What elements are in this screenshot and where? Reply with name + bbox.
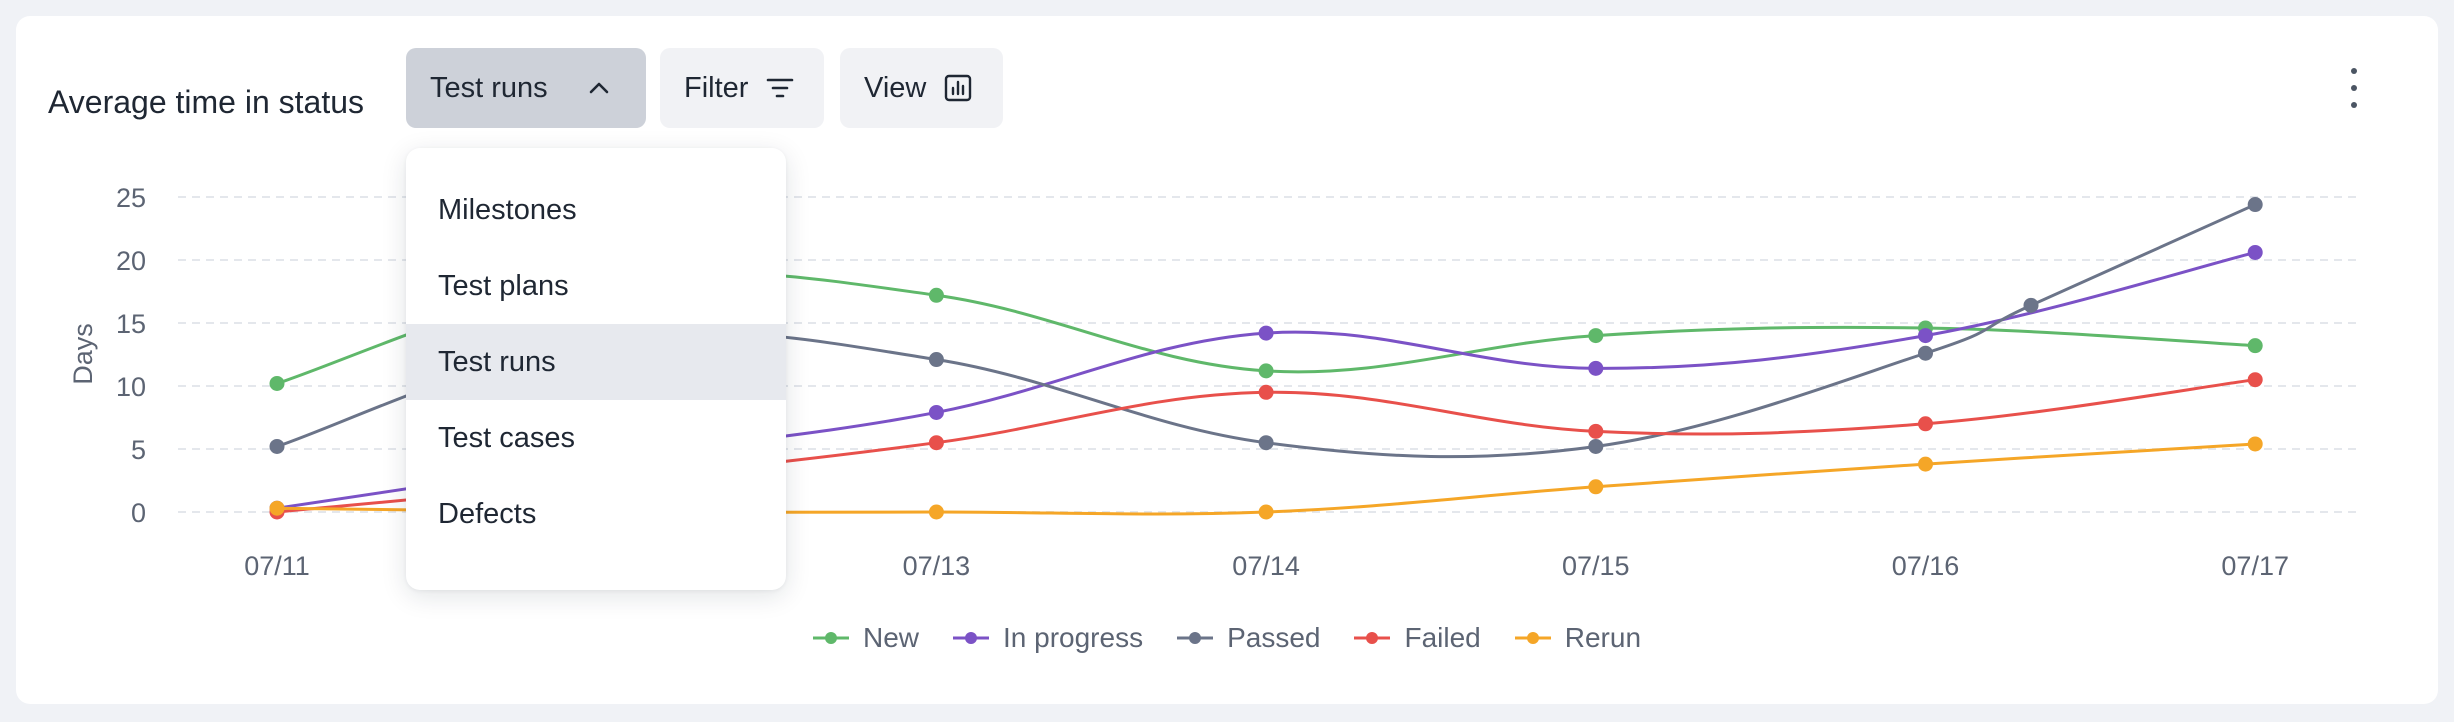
data-point	[1918, 456, 1933, 472]
data-point	[1588, 423, 1604, 439]
legend-marker-icon	[1354, 632, 1391, 644]
data-point	[1588, 479, 1604, 495]
y-tick-labels: 0 5 10 15 20 25	[116, 183, 146, 528]
y-tick-label: 10	[116, 372, 146, 402]
data-point	[1258, 504, 1274, 520]
menu-item-test-cases[interactable]: Test cases	[406, 400, 786, 476]
data-point	[928, 435, 944, 451]
legend-item-rerun[interactable]: Rerun	[1514, 622, 1642, 654]
data-point	[269, 438, 285, 454]
data-point	[1588, 360, 1604, 376]
data-point	[1918, 416, 1933, 432]
legend-item-new[interactable]: New	[812, 622, 919, 654]
legend-marker-icon	[812, 632, 849, 644]
data-point	[928, 352, 944, 368]
data-point	[2247, 244, 2263, 260]
x-tick-label: 07/13	[903, 551, 971, 581]
data-point	[2247, 372, 2263, 388]
x-tick-label: 07/14	[1232, 551, 1300, 581]
legend-marker-icon	[1514, 632, 1551, 644]
y-tick-label: 0	[131, 498, 146, 528]
menu-item-milestones[interactable]: Milestones	[406, 172, 786, 248]
chart-legend: New In progress Passed Failed Rerun	[0, 616, 2454, 660]
data-point	[928, 287, 944, 303]
data-point	[269, 500, 285, 516]
menu-item-defects[interactable]: Defects	[406, 476, 786, 552]
menu-item-test-plans[interactable]: Test plans	[406, 248, 786, 324]
y-tick-label: 5	[131, 435, 146, 465]
data-point	[1258, 325, 1274, 341]
data-point	[2247, 338, 2263, 354]
data-point	[1918, 345, 1933, 361]
legend-label: In progress	[1003, 622, 1144, 653]
data-point	[2023, 297, 2039, 313]
legend-marker-icon	[1177, 632, 1214, 644]
legend-marker-icon	[953, 632, 989, 644]
data-point	[1588, 328, 1604, 344]
data-point	[2247, 197, 2263, 213]
data-point	[1258, 435, 1274, 451]
line-chart: 0 5 10 15 20 25 07/11 07/13 07/14 07/15 07/16 07/1…	[68, 183, 2362, 581]
x-tick-label: 07/11	[244, 551, 310, 581]
y-tick-label: 15	[116, 309, 146, 339]
data-point	[1588, 438, 1604, 454]
legend-item-passed[interactable]: Passed	[1177, 622, 1320, 654]
data-point	[1258, 384, 1274, 400]
x-tick-label: 07/16	[1892, 551, 1960, 581]
data-point	[2247, 436, 2263, 452]
data-point	[928, 504, 944, 520]
y-tick-label: 20	[116, 246, 146, 276]
x-tick-label: 07/15	[1562, 551, 1630, 581]
x-tick-label: 07/17	[2221, 551, 2289, 581]
y-tick-label: 25	[116, 183, 146, 213]
legend-label: Failed	[1404, 622, 1481, 653]
legend-label: Passed	[1227, 622, 1321, 653]
menu-item-test-runs[interactable]: Test runs	[406, 324, 786, 400]
legend-item-in-progress[interactable]: In progress	[953, 622, 1143, 654]
legend-label: New	[862, 622, 919, 653]
data-point	[269, 375, 285, 391]
legend-label: Rerun	[1564, 622, 1642, 653]
type-dropdown-menu: Milestones Test plans Test runs Test cas…	[406, 148, 786, 590]
data-point	[1918, 328, 1933, 344]
data-point	[928, 404, 944, 420]
legend-item-failed[interactable]: Failed	[1354, 622, 1481, 654]
data-point	[1258, 363, 1274, 379]
y-axis-label: Days	[68, 323, 98, 385]
